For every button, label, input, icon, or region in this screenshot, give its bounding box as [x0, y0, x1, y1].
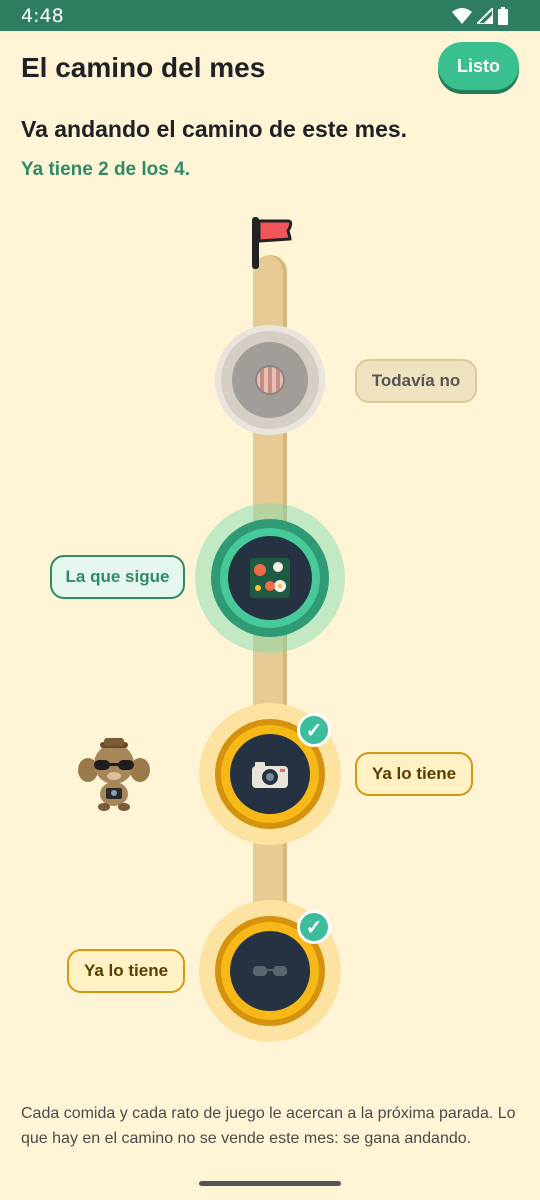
- striped-coin-icon: [255, 365, 285, 395]
- status-icons: [452, 6, 508, 26]
- stop-label-next: La que sigue: [50, 555, 185, 599]
- stop-label-collected: Ya lo tiene: [355, 752, 473, 796]
- page-subtitle: Va andando el camino de este mes.: [21, 116, 408, 142]
- stop-label-locked: Todavía no: [355, 359, 477, 403]
- check-badge-icon: ✓: [297, 910, 331, 944]
- sunglasses-icon: [253, 966, 287, 976]
- path-stop-collected-camera[interactable]: ✓: [199, 703, 341, 845]
- progress-text: Ya tiene 2 de los 4.: [21, 159, 190, 180]
- path-stop-locked[interactable]: [215, 325, 325, 435]
- stop-label-collected: Ya lo tiene: [67, 949, 185, 993]
- battery-icon: [498, 7, 508, 25]
- path-stop-next[interactable]: [195, 503, 345, 653]
- done-button[interactable]: Listo: [438, 42, 519, 90]
- monthly-path: Todavía no La que sigue ✓ Ya lo tiene ✓ …: [0, 200, 540, 1080]
- footer-description: Cada comida y cada rato de juego le acer…: [21, 1105, 516, 1147]
- check-badge-icon: ✓: [297, 713, 331, 747]
- flower-rug-icon: [250, 558, 290, 598]
- status-bar: 4:48: [0, 0, 540, 31]
- page-title: El camino del mes: [21, 52, 266, 83]
- pet-character: [78, 738, 150, 811]
- status-time: 4:48: [21, 5, 64, 27]
- camera-icon: [252, 762, 288, 788]
- path-stop-collected-sunglasses[interactable]: ✓: [199, 900, 341, 1042]
- signal-icon: [477, 8, 493, 24]
- wifi-icon: [452, 8, 472, 24]
- home-indicator[interactable]: [199, 1181, 341, 1186]
- flag-icon: [252, 217, 293, 269]
